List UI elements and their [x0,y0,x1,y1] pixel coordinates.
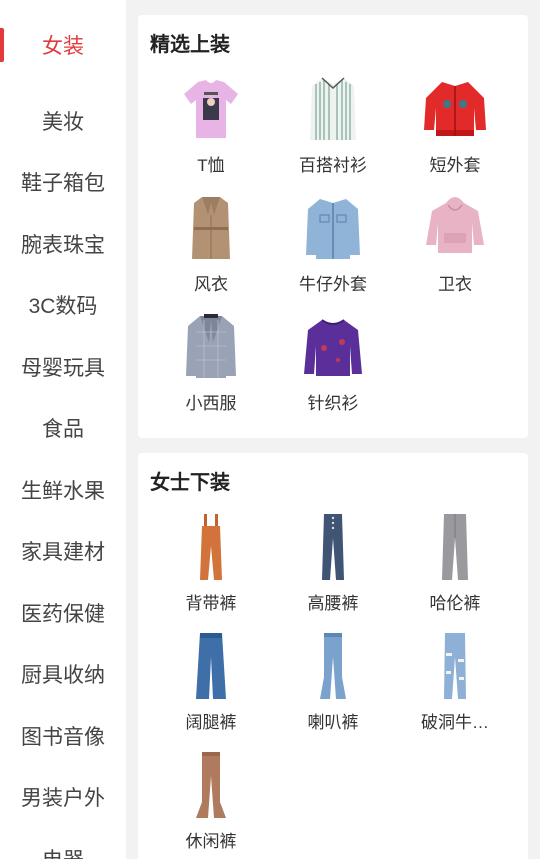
category-tile-short-jacket[interactable]: 短外套 [394,73,516,192]
sidebar-item-food[interactable]: 食品 [0,398,126,460]
category-tile-blazer[interactable]: 小西服 [150,311,272,430]
category-tile-tshirt[interactable]: T恤 [150,73,272,192]
sidebar-item-label: 母婴玩具 [21,356,105,380]
tshirt-icon [175,73,247,145]
category-content: 精选上装 T恤 百搭衬衫 短外套 风衣 牛仔外套 卫衣 小西服 针织衫 女士下装… [138,15,528,859]
sidebar-item-label: 图书音像 [21,725,105,749]
category-tile-wide-leg-pants[interactable]: 阔腿裤 [150,630,272,749]
category-tile-knit-sweater[interactable]: 针织衫 [272,311,394,430]
category-tile-overalls[interactable]: 背带裤 [150,511,272,630]
section-title: 精选上装 [150,34,230,56]
short-jacket-icon [419,73,491,145]
section-tops: 精选上装 T恤 百搭衬衫 短外套 风衣 牛仔外套 卫衣 小西服 针织衫 [138,15,528,438]
sidebar-item-books[interactable]: 图书音像 [0,705,126,767]
wide-leg-pants-icon [175,630,247,702]
category-tile-harem-pants[interactable]: 哈伦裤 [394,511,516,630]
sidebar-item-label: 3C数码 [28,295,98,319]
category-label: 小西服 [185,394,237,413]
sidebar-item-label: 腕表珠宝 [21,233,105,257]
sidebar-item-fresh-fruit[interactable]: 生鲜水果 [0,459,126,521]
category-label: 阔腿裤 [185,713,237,732]
sidebar-item-label: 美妆 [42,110,84,134]
trench-coat-icon [175,192,247,264]
sidebar-item-label: 生鲜水果 [21,479,105,503]
category-label: T恤 [197,156,225,175]
blazer-icon [175,311,247,383]
category-tile-ripped-jeans[interactable]: 破洞牛… [394,630,516,749]
product-grid: 背带裤 高腰裤 哈伦裤 阔腿裤 喇叭裤 破洞牛… 休闲裤 [150,511,516,859]
knit-sweater-icon [297,311,369,383]
sidebar-item-appliances[interactable]: 电器 [0,828,126,859]
category-tile-trench-coat[interactable]: 风衣 [150,192,272,311]
sidebar-item-label: 女装 [42,35,84,58]
category-label: 牛仔外套 [299,275,367,294]
flare-jeans-icon [297,630,369,702]
denim-jacket-icon [297,192,369,264]
sidebar-item-label: 电器 [42,844,84,859]
sidebar-item-baby-toys[interactable]: 母婴玩具 [0,336,126,398]
category-tile-shirt[interactable]: 百搭衬衫 [272,73,394,192]
category-label: 百搭衬衫 [299,156,367,175]
sidebar-item-kitchen[interactable]: 厨具收纳 [0,644,126,706]
sidebar-item-label: 男装户外 [21,787,105,811]
category-label: 针织衫 [307,394,359,413]
sidebar-item-shoes-bags[interactable]: 鞋子箱包 [0,152,126,214]
section-bottoms: 女士下装 背带裤 高腰裤 哈伦裤 阔腿裤 喇叭裤 破洞牛… 休闲裤 [138,453,528,859]
category-tile-hoodie[interactable]: 卫衣 [394,192,516,311]
sidebar-item-women-clothing[interactable]: 女装 [0,0,126,90]
sidebar-item-label: 厨具收纳 [21,664,105,688]
sidebar-item-label: 鞋子箱包 [21,172,105,196]
sidebar-item-health[interactable]: 医药保健 [0,582,126,644]
category-tile-high-waist-jeans[interactable]: 高腰裤 [272,511,394,630]
sidebar-item-label: 医药保健 [21,602,105,626]
overalls-icon [175,511,247,583]
ripped-jeans-icon [419,630,491,702]
category-label: 哈伦裤 [429,594,481,613]
shirt-icon [297,73,369,145]
category-label: 高腰裤 [307,594,359,613]
sidebar-item-watches-jewelry[interactable]: 腕表珠宝 [0,213,126,275]
category-label: 休闲裤 [185,832,237,851]
category-label: 背带裤 [185,594,237,613]
hoodie-icon [419,192,491,264]
category-label: 风衣 [194,275,228,294]
sidebar-item-digital[interactable]: 3C数码 [0,275,126,337]
sidebar-item-beauty[interactable]: 美妆 [0,90,126,152]
category-label: 喇叭裤 [307,713,359,732]
sidebar-item-label: 家具建材 [21,541,105,565]
category-tile-casual-pants[interactable]: 休闲裤 [150,749,272,859]
section-title: 女士下装 [150,472,230,494]
high-waist-jeans-icon [297,511,369,583]
category-label: 破洞牛… [421,713,489,732]
sidebar-item-label: 食品 [42,418,84,442]
sidebar-item-furniture[interactable]: 家具建材 [0,521,126,583]
category-label: 短外套 [429,156,481,175]
category-tile-flare-jeans[interactable]: 喇叭裤 [272,630,394,749]
sidebar-item-men-outdoor[interactable]: 男装户外 [0,767,126,829]
category-label: 卫衣 [438,275,472,294]
category-sidebar: 女装 美妆 鞋子箱包 腕表珠宝 3C数码 母婴玩具 食品 生鲜水果 家具建材 医… [0,0,126,859]
casual-pants-icon [175,749,247,821]
harem-pants-icon [419,511,491,583]
category-tile-denim-jacket[interactable]: 牛仔外套 [272,192,394,311]
product-grid: T恤 百搭衬衫 短外套 风衣 牛仔外套 卫衣 小西服 针织衫 [150,73,516,430]
